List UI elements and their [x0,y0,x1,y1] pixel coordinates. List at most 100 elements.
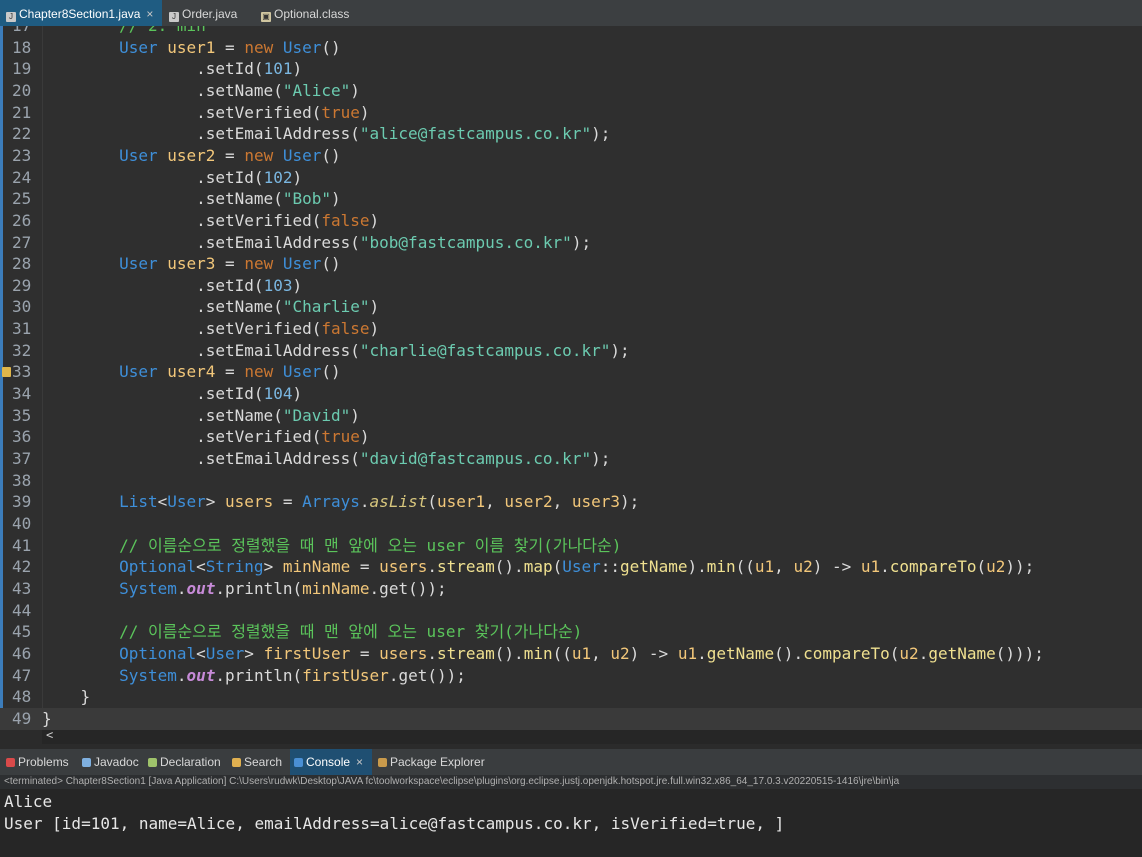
console-line: User [id=101, name=Alice, emailAddress=a… [4,814,785,833]
tab-order-java[interactable]: J Order.java [163,0,249,26]
tab-javadoc[interactable]: Javadoc [78,749,144,775]
tab-package-explorer[interactable]: Package Explorer [374,749,494,775]
code-text: .setVerified(true) [42,102,370,122]
code-text: .setEmailAddress("david@fastcampus.co.kr… [42,449,611,468]
package-explorer-icon [378,758,387,767]
code-text: } [42,687,91,707]
search-icon [232,758,241,767]
code-line: 30 .setName("Charlie") [0,296,1142,318]
code-line: 39 List<User> users = Arrays.asList(user… [0,491,1142,513]
code-text: .setName("Charlie") [42,297,380,317]
tab-problems[interactable]: Problems [2,749,76,775]
close-tab-icon[interactable]: × [146,7,153,21]
line-number: 18 [12,37,32,57]
code-text: .setName("David") [42,405,360,425]
line-number: 48 [12,687,32,707]
code-text: Optional<String> minName = users.stream(… [119,557,1035,577]
code-line: 36 .setVerified(true) [0,426,1142,448]
code-line: 27 .setEmailAddress("bob@fastcampus.co.k… [0,232,1142,254]
tab-chapter8section1[interactable]: J Chapter8Section1.java × [0,0,162,26]
line-number: 30 [12,297,32,317]
code-line: 37 .setEmailAddress("david@fastcampus.co… [0,448,1142,470]
code-line: 20 .setName("Alice") [0,80,1142,102]
line-number: 36 [12,427,32,447]
line-number: 31 [12,319,32,339]
tab-console[interactable]: Console × [290,749,372,775]
code-line: 31 .setVerified(false) [0,318,1142,340]
bottom-panel-tab-bar: Problems Javadoc Declaration Search Cons… [0,749,1142,775]
line-number: 33 [12,362,32,382]
line-number: 38 [12,470,32,490]
code-line: 45 // 이름순으로 정렬했을 때 맨 앞에 오는 user 찾기(가나다순) [0,621,1142,643]
code-text: // 이름순으로 정렬했을 때 맨 앞에 오는 user 찾기(가나다순) [42,622,583,642]
console-status-line: <terminated> Chapter8Section1 [Java Appl… [0,775,1142,789]
warning-marker-icon[interactable] [2,367,11,377]
code-line: 28 User user3 = new User() [0,253,1142,275]
line-number: 32 [12,340,32,360]
code-line: 23 User user2 = new User() [0,145,1142,167]
code-text: // 이름순으로 정렬했을 때 맨 앞에 오는 user 이름 찾기(가나다순) [42,535,622,555]
line-number: 40 [12,513,32,533]
code-line: 44 [0,600,1142,622]
scroll-left-icon[interactable]: < [46,728,53,742]
line-number: 34 [12,384,32,404]
line-number: 37 [12,449,32,468]
line-number: 22 [12,124,32,144]
code-text: .setId(103) [42,275,303,295]
line-number: 49 [12,708,32,728]
code-line: 19 .setId(101) [0,58,1142,80]
line-number: 29 [12,275,32,295]
code-editor[interactable]: 17 // 2. min18 User user1 = new User()19… [0,26,1142,730]
code-text: User user1 = new User() [119,37,341,57]
code-text: } [42,708,52,728]
code-line: 43 System.out.println(minName.get()); [0,578,1142,600]
code-text: System.out.println(minName.get()); [119,578,447,598]
tab-search[interactable]: Search [228,749,288,775]
problems-icon [6,758,15,767]
code-text: .setEmailAddress("bob@fastcampus.co.kr")… [42,232,592,252]
declaration-icon [148,758,157,767]
code-line: 17 // 2. min [0,26,1142,37]
tab-optional-class[interactable]: ▣ Optional.class [255,0,365,26]
code-text: List<User> users = Arrays.asList(user1, … [119,492,640,512]
horizontal-scrollbar[interactable]: < [42,728,1142,744]
class-file-icon: ▣ [261,12,271,22]
code-line: 32 .setEmailAddress("charlie@fastcampus.… [0,340,1142,362]
tab-declaration[interactable]: Declaration [144,749,228,775]
code-line: 49} [0,707,1142,730]
line-number: 44 [12,600,32,620]
line-number: 46 [12,643,32,663]
line-number: 42 [12,557,32,577]
line-number: 39 [12,492,32,512]
javadoc-icon [82,758,91,767]
line-number: 23 [12,145,32,165]
code-text: Optional<User> firstUser = users.stream(… [119,643,1044,663]
code-text: .setName("Alice") [42,80,360,100]
code-text: User user4 = new User() [119,362,341,382]
code-text: // 2. min [42,26,206,37]
console-line: Alice [4,792,53,811]
code-text: User user3 = new User() [119,254,341,274]
line-number: 28 [12,254,32,274]
code-line: 40 [0,513,1142,535]
code-text: .setId(101) [42,59,303,79]
code-text: .setEmailAddress("charlie@fastcampus.co.… [42,340,630,360]
code-line: 25 .setName("Bob") [0,188,1142,210]
code-line: 47 System.out.println(firstUser.get()); [0,665,1142,687]
code-text: System.out.println(firstUser.get()); [119,665,466,685]
code-line: 46 Optional<User> firstUser = users.stre… [0,643,1142,665]
line-number: 45 [12,622,32,642]
code-line: 38 [0,470,1142,492]
close-console-icon[interactable]: × [356,755,363,769]
code-line: 33 User user4 = new User() [0,361,1142,383]
console-output[interactable]: Alice User [id=101, name=Alice, emailAdd… [0,789,1142,857]
code-text: User user2 = new User() [119,145,341,165]
line-number: 20 [12,80,32,100]
code-line: 48 } [0,686,1142,708]
code-line: 35 .setName("David") [0,405,1142,427]
line-number: 26 [12,210,32,230]
line-number: 19 [12,59,32,79]
java-file-icon: J [6,12,16,22]
line-number: 43 [12,578,32,598]
line-number: 24 [12,167,32,187]
